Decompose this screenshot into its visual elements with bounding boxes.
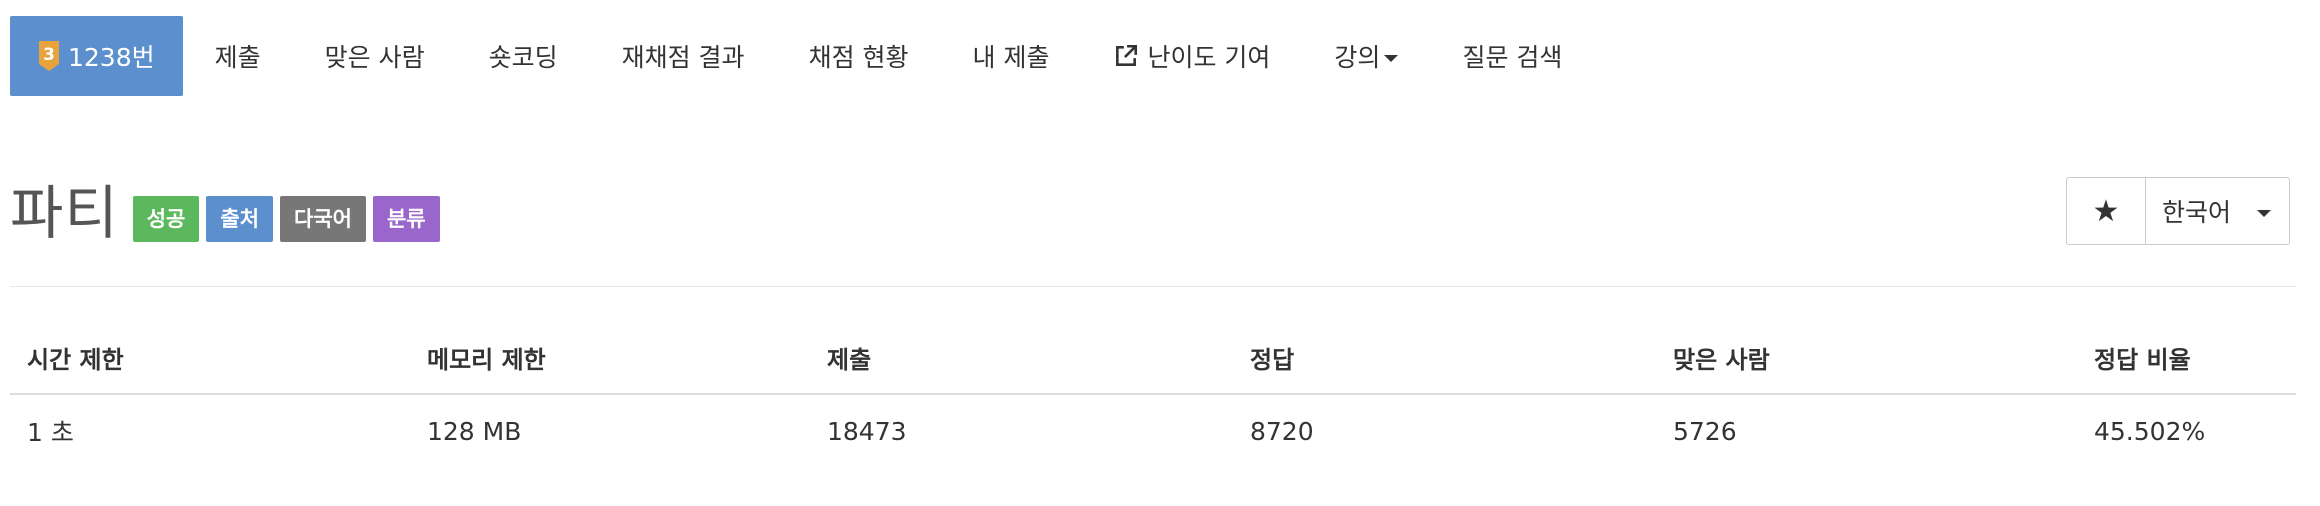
tab-my-submissions[interactable]: 내 제출 (941, 16, 1082, 96)
tab-lecture-label: 강의 (1334, 43, 1381, 72)
tier-badge-icon: 3 (39, 41, 59, 71)
tab-judge-status[interactable]: 채점 현황 (777, 16, 941, 96)
label-classification[interactable]: 분류 (372, 196, 440, 242)
tab-difficulty-contribute[interactable]: 난이도 기여 (1081, 16, 1302, 96)
cell-accepted: 8720 (1250, 416, 1314, 446)
tier-badge-text: 3 (43, 45, 55, 65)
label-source[interactable]: 출처 (206, 196, 274, 242)
tab-solved-users[interactable]: 맞은 사람 (293, 16, 457, 96)
tab-rejudge-result[interactable]: 재채점 결과 (590, 16, 777, 96)
cell-solved-users: 5726 (1673, 416, 1737, 446)
cell-submissions: 18473 (827, 416, 907, 446)
favorite-button[interactable]: ★ (2066, 177, 2146, 245)
header-time-limit: 시간 제한 (10, 326, 410, 395)
problem-info-table: 시간 제한 메모리 제한 제출 정답 맞은 사람 정답 비율 1 초 128 M… (10, 326, 2296, 463)
tab-question-search[interactable]: 질문 검색 (1430, 16, 1594, 96)
problem-page: 3 1238번 제출 맞은 사람 숏코딩 재채점 결과 채점 현황 내 제출 난… (0, 0, 2320, 506)
problem-actions: ★ 한국어 (2066, 177, 2290, 245)
tab-difficulty-contribute-label: 난이도 기여 (1147, 43, 1271, 72)
tab-short-coding[interactable]: 숏코딩 (457, 16, 590, 96)
label-success[interactable]: 성공 (132, 196, 200, 242)
caret-down-icon (2257, 209, 2272, 217)
external-link-icon (1116, 44, 1138, 66)
problem-header: 파티 성공 출처 다국어 분류 (10, 178, 447, 248)
label-multilingual[interactable]: 다국어 (280, 196, 366, 242)
cell-memory-limit: 128 MB (427, 416, 522, 446)
problem-title: 파티 (10, 179, 119, 247)
cell-accept-ratio: 45.502% (2094, 416, 2206, 446)
language-dropdown[interactable]: 한국어 (2146, 177, 2290, 245)
header-submissions: 제출 (810, 326, 1233, 395)
problem-number: 1238번 (68, 43, 155, 72)
header-memory-limit: 메모리 제한 (410, 326, 810, 395)
header-accept-ratio: 정답 비율 (2077, 326, 2296, 395)
tab-submit[interactable]: 제출 (183, 16, 293, 96)
cell-time-limit: 1 초 (27, 418, 74, 447)
header-accepted: 정답 (1233, 326, 1656, 395)
header-solved-users: 맞은 사람 (1656, 326, 2077, 395)
problem-menu: 3 1238번 제출 맞은 사람 숏코딩 재채점 결과 채점 현황 내 제출 난… (10, 16, 1594, 96)
tab-lecture-dropdown[interactable]: 강의 (1302, 16, 1430, 96)
table-row: 1 초 128 MB 18473 8720 5726 45.502% (10, 394, 2296, 463)
table-header-row: 시간 제한 메모리 제한 제출 정답 맞은 사람 정답 비율 (10, 326, 2296, 395)
caret-down-icon (1384, 54, 1399, 62)
tab-problem[interactable]: 3 1238번 (10, 16, 183, 96)
star-icon: ★ (2092, 193, 2120, 229)
header-divider (10, 286, 2296, 287)
language-label: 한국어 (2162, 198, 2232, 227)
